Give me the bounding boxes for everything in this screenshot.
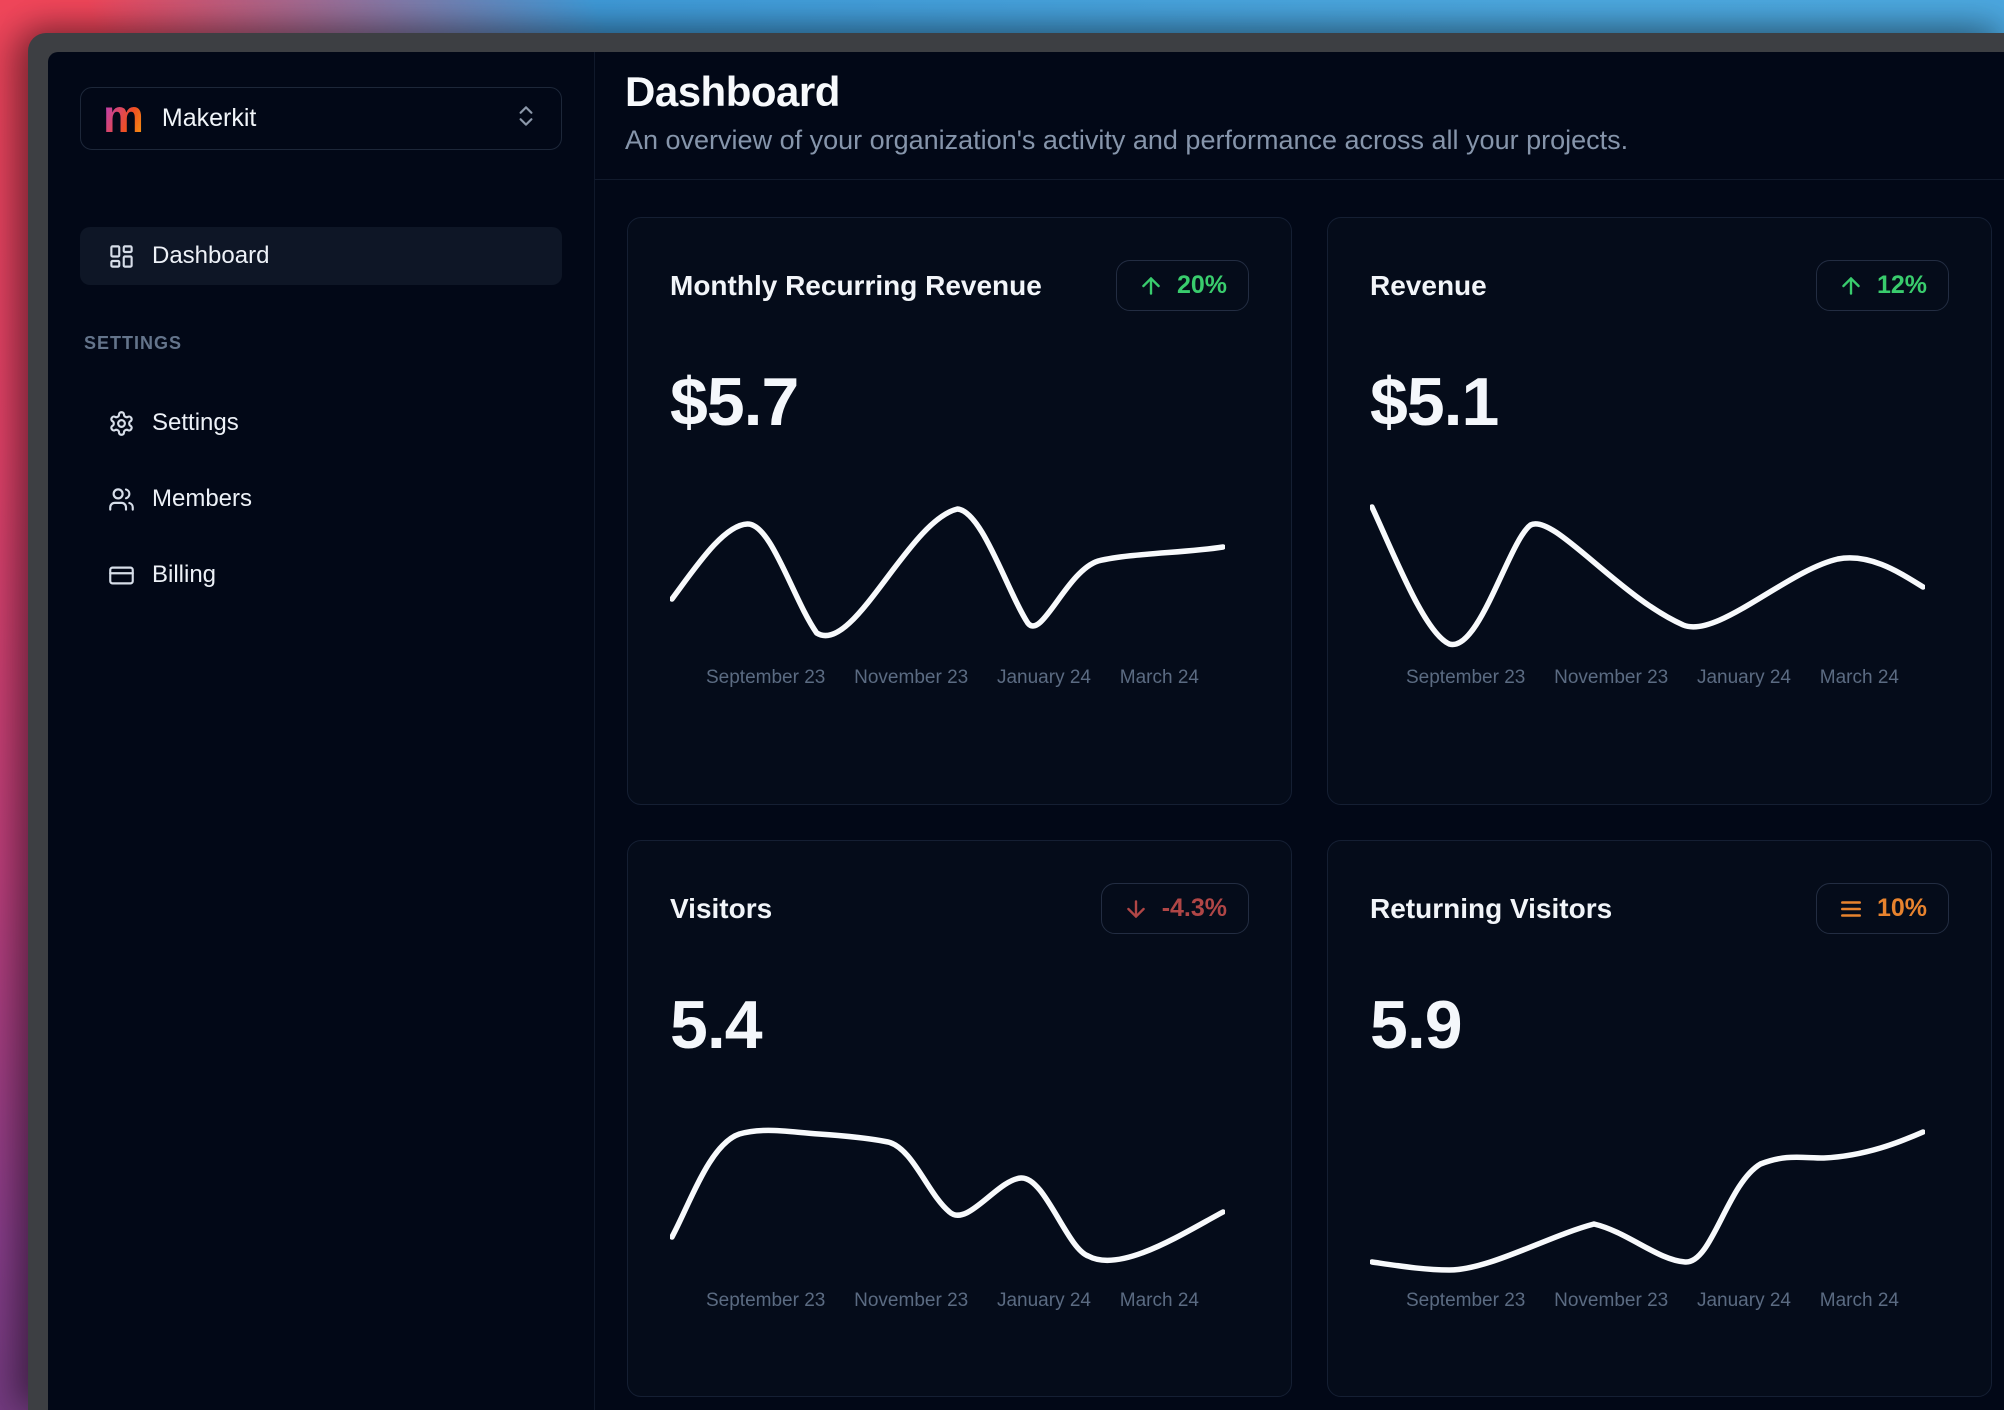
- sparkline-chart: [1370, 1129, 1925, 1273]
- sidebar-section-settings: SETTINGS: [84, 333, 183, 353]
- trend-value: 12%: [1876, 271, 1927, 299]
- card-returning-visitors: Returning Visitors 10% 5.9 September 23 …: [1327, 840, 1992, 1397]
- sidebar-item-billing[interactable]: Billing: [80, 546, 562, 604]
- card-title: Visitors: [670, 892, 773, 924]
- trend-badge: 10%: [1815, 883, 1949, 934]
- page-header: Dashboard An overview of your organizati…: [595, 52, 2004, 180]
- sidebar-item-members[interactable]: Members: [80, 470, 562, 528]
- layout-dashboard-icon: [108, 243, 135, 270]
- settings-nav: Settings Members Billing: [80, 394, 562, 604]
- metric-value: $5.1: [1370, 364, 1499, 440]
- card-title: Revenue: [1370, 269, 1487, 301]
- x-axis-label: March 24: [1819, 1290, 1899, 1311]
- page-subtitle: An overview of your organization's activ…: [625, 125, 1629, 155]
- x-axis-label: November 23: [854, 667, 969, 688]
- x-axis-label: January 24: [1696, 1290, 1791, 1311]
- cards-grid: Monthly Recurring Revenue 20% $5.7 Septe…: [595, 180, 2004, 1397]
- users-icon: [108, 486, 135, 513]
- app-root: m Makerkit Dashboard SETTINGS Settings M…: [48, 52, 2004, 1410]
- x-axis-labels: September 23 November 23 January 24 Marc…: [670, 1290, 1225, 1312]
- workspace-selector[interactable]: m Makerkit: [80, 87, 562, 150]
- metric-value: $5.7: [670, 364, 799, 440]
- x-axis-label: September 23: [706, 667, 826, 688]
- x-axis-label: January 24: [996, 667, 1091, 688]
- sidebar-item-settings[interactable]: Settings: [80, 394, 562, 452]
- x-axis-label: September 23: [1406, 1290, 1526, 1311]
- card-revenue: Revenue 12% $5.1 September 23 November 2…: [1327, 217, 1992, 805]
- makerkit-logo-icon: m: [103, 89, 144, 142]
- sparkline-path: [670, 506, 1225, 639]
- x-axis-label: March 24: [1819, 667, 1899, 688]
- x-axis-label: September 23: [706, 1290, 826, 1311]
- x-axis-label: November 23: [1554, 667, 1669, 688]
- trend-badge: -4.3%: [1100, 883, 1249, 934]
- gear-icon: [108, 410, 135, 437]
- trend-badge: 20%: [1115, 260, 1249, 311]
- card-visitors: Visitors -4.3% 5.4 September 23 November…: [627, 840, 1292, 1397]
- sparkline-path: [1370, 1129, 1925, 1273]
- x-axis-label: January 24: [996, 1290, 1091, 1311]
- sidebar-item-dashboard[interactable]: Dashboard: [80, 227, 562, 285]
- x-axis-label: November 23: [1554, 1290, 1669, 1311]
- trend-badge: 12%: [1815, 260, 1949, 311]
- x-axis-label: March 24: [1119, 1290, 1199, 1311]
- metric-value: 5.9: [1370, 987, 1463, 1063]
- trend-value: 10%: [1876, 894, 1927, 922]
- main-area: Dashboard An overview of your organizati…: [595, 52, 2004, 1410]
- sidebar-item-label: Settings: [152, 409, 239, 436]
- metric-value: 5.4: [670, 987, 763, 1063]
- trend-flat-icon: [1840, 900, 1861, 917]
- arrow-up-icon: [1142, 276, 1160, 295]
- arrow-down-icon: [1126, 899, 1145, 918]
- page-title: Dashboard: [625, 68, 840, 115]
- macos-window: m Makerkit Dashboard SETTINGS Settings M…: [28, 33, 2004, 1410]
- x-axis-label: March 24: [1119, 667, 1199, 688]
- x-axis-labels: September 23 November 23 January 24 Marc…: [670, 667, 1225, 689]
- card-monthly-recurring-revenue: Monthly Recurring Revenue 20% $5.7 Septe…: [627, 217, 1292, 805]
- trend-value: -4.3%: [1161, 894, 1227, 922]
- sparkline-chart: [670, 506, 1225, 639]
- card-title: Monthly Recurring Revenue: [670, 269, 1042, 301]
- arrow-up-icon: [1842, 276, 1860, 295]
- sparkline-path: [670, 1127, 1225, 1264]
- sparkline-chart: [1370, 504, 1925, 647]
- credit-card-icon: [108, 562, 135, 589]
- sidebar-item-label: Members: [152, 485, 253, 512]
- sidebar: m Makerkit Dashboard SETTINGS Settings M…: [48, 52, 595, 1410]
- x-axis-labels: September 23 November 23 January 24 Marc…: [1370, 667, 1925, 689]
- sparkline-chart: [670, 1127, 1225, 1264]
- sidebar-item-label: Billing: [152, 561, 217, 588]
- x-axis-label: November 23: [854, 1290, 969, 1311]
- x-axis-labels: September 23 November 23 January 24 Marc…: [1370, 1290, 1925, 1312]
- workspace-name: Makerkit: [161, 104, 257, 132]
- card-title: Returning Visitors: [1370, 892, 1613, 924]
- sparkline-path: [1370, 504, 1925, 647]
- x-axis-label: January 24: [1696, 667, 1791, 688]
- sidebar-item-label: Dashboard: [152, 242, 270, 269]
- chevrons-up-down-icon: [513, 103, 539, 134]
- x-axis-label: September 23: [1406, 667, 1526, 688]
- trend-value: 20%: [1176, 271, 1227, 299]
- primary-nav: Dashboard: [80, 227, 562, 285]
